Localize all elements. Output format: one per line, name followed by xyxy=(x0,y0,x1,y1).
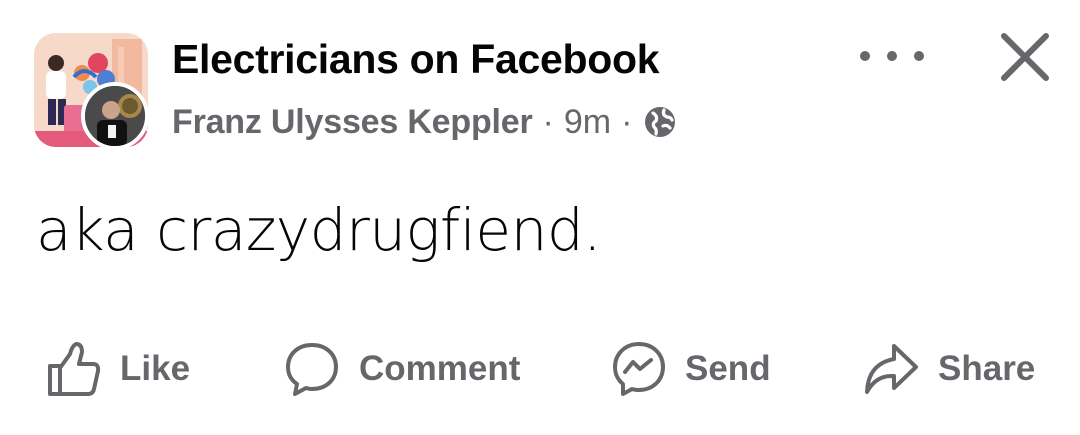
messenger-icon xyxy=(613,342,665,396)
comment-label: Comment xyxy=(359,349,521,388)
close-icon[interactable] xyxy=(996,28,1054,86)
more-horizontal-icon xyxy=(860,51,870,61)
more-options-button[interactable] xyxy=(860,44,924,68)
author-photo xyxy=(85,86,145,146)
share-label: Share xyxy=(938,349,1036,388)
like-button[interactable]: Like xyxy=(46,334,190,404)
send-label: Send xyxy=(685,349,771,388)
like-label: Like xyxy=(120,349,191,388)
group-name[interactable]: Electricians on Facebook xyxy=(172,36,660,83)
more-dot xyxy=(914,51,924,61)
more-dot xyxy=(887,51,897,61)
share-button[interactable]: Share xyxy=(862,334,1035,404)
send-button[interactable]: Send xyxy=(611,334,771,404)
post-header: Electricians on Facebook Franz Ulysses K… xyxy=(0,0,1080,170)
meta-separator: · xyxy=(621,102,633,141)
thumbs-up-icon xyxy=(48,342,101,396)
post-action-bar: Like Comment Send Share xyxy=(0,334,1080,404)
post-body-text: aka crazydrugfiend. xyxy=(36,196,602,264)
share-icon xyxy=(865,344,918,394)
comment-icon xyxy=(286,343,338,396)
meta-separator: · xyxy=(542,102,554,141)
comment-button[interactable]: Comment xyxy=(283,334,520,404)
post-timestamp[interactable]: 9m xyxy=(564,103,611,142)
author-avatar[interactable] xyxy=(81,82,149,150)
globe-icon xyxy=(645,107,676,137)
author-name[interactable]: Franz Ulysses Keppler xyxy=(172,103,533,142)
post-meta: Franz Ulysses Keppler · 9m · xyxy=(172,100,676,144)
